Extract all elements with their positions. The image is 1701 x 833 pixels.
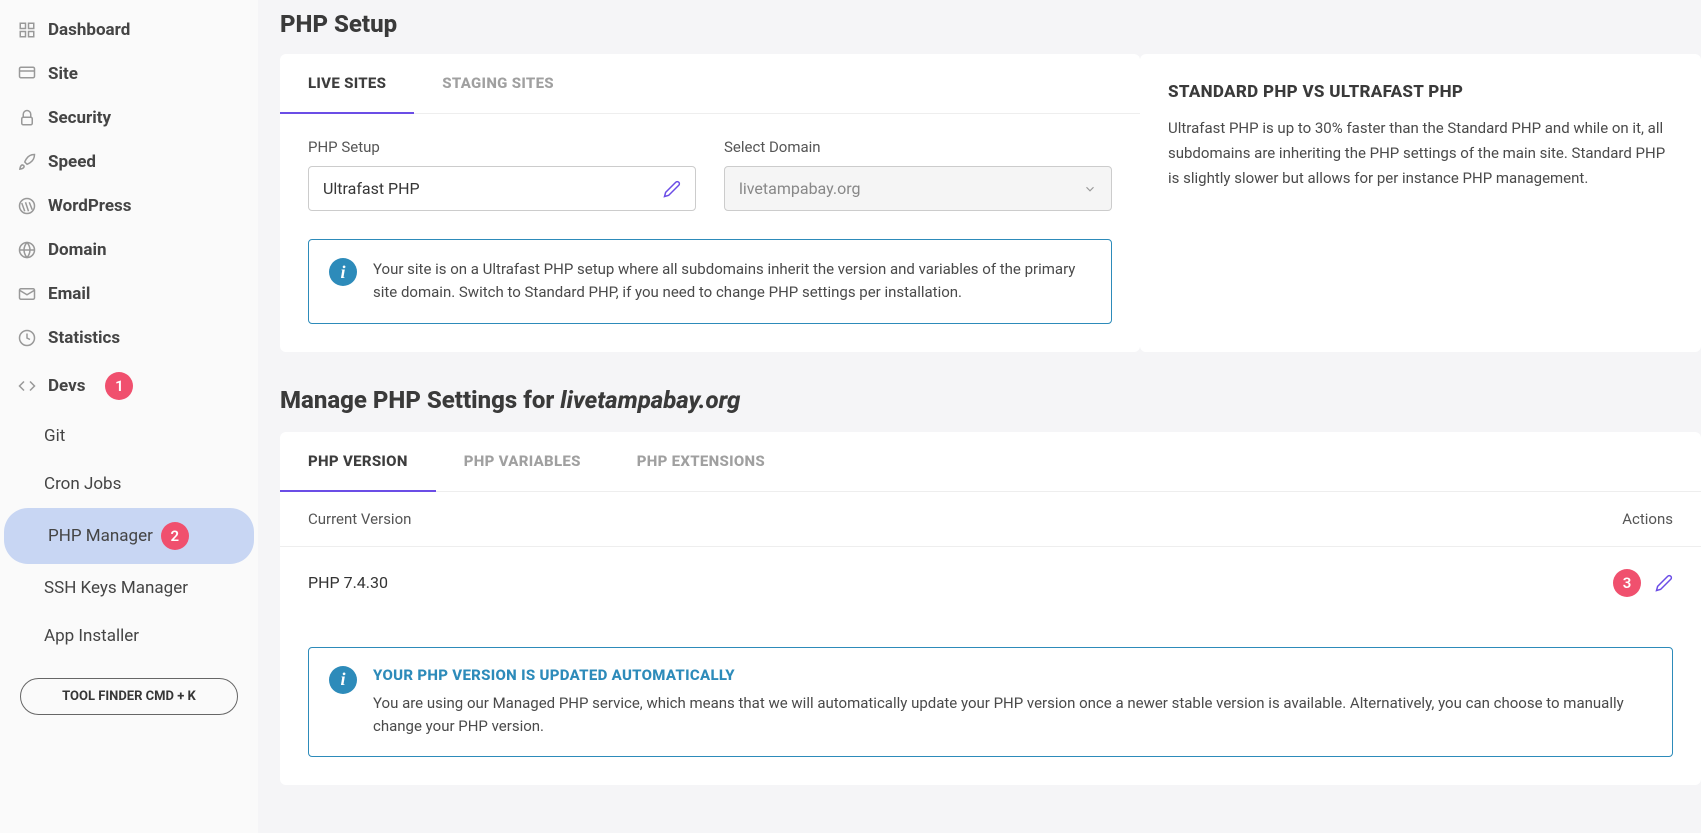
tab-php-version[interactable]: PHP VERSION xyxy=(280,432,436,492)
sidebar-item-site[interactable]: Site xyxy=(0,52,258,96)
sidebar-item-wordpress[interactable]: WordPress xyxy=(0,184,258,228)
sidebar: Dashboard Site Security Speed WordPress Domai… xyxy=(0,0,258,833)
info-text-setup: Your site is on a Ultrafast PHP setup wh… xyxy=(373,258,1091,305)
tab-staging-sites[interactable]: STAGING SITES xyxy=(414,54,582,113)
chevron-down-icon xyxy=(1083,182,1097,196)
clock-icon xyxy=(18,329,36,347)
sidebar-subitem-label: Cron Jobs xyxy=(44,474,121,494)
sidebar-item-speed[interactable]: Speed xyxy=(0,140,258,184)
sidebar-subitem-git[interactable]: Git xyxy=(0,412,258,460)
rocket-icon xyxy=(18,153,36,171)
sidebar-subitem-label: PHP Manager xyxy=(48,526,153,546)
side-panel: STANDARD PHP VS ULTRAFAST PHP Ultrafast … xyxy=(1140,54,1701,352)
info-text-version: You are using our Managed PHP service, w… xyxy=(373,692,1652,739)
col-actions: Actions xyxy=(1622,510,1673,528)
php-setup-value: Ultrafast PHP xyxy=(323,179,420,198)
info-icon: i xyxy=(329,258,357,286)
domain-select[interactable]: livetampabay.org xyxy=(724,166,1112,211)
sidebar-subitem-php-manager[interactable]: PHP Manager 2 xyxy=(4,508,254,564)
page-title: PHP Setup xyxy=(280,10,1701,38)
step-badge-1: 1 xyxy=(105,372,133,400)
manage-card: PHP VERSIONPHP VARIABLESPHP EXTENSIONS C… xyxy=(280,432,1701,786)
sidebar-subitem-ssh-keys-manager[interactable]: SSH Keys Manager xyxy=(0,564,258,612)
dashboard-icon xyxy=(18,21,36,39)
site-icon xyxy=(18,65,36,83)
mail-icon xyxy=(18,285,36,303)
main-content: PHP Setup LIVE SITESSTAGING SITES PHP Se… xyxy=(258,0,1701,833)
sidebar-subitem-label: App Installer xyxy=(44,626,139,646)
version-row: PHP 7.4.30 3 xyxy=(280,547,1701,619)
lock-icon xyxy=(18,109,36,127)
version-value: PHP 7.4.30 xyxy=(308,573,388,592)
info-title-version: YOUR PHP VERSION IS UPDATED AUTOMATICALL… xyxy=(373,666,1652,684)
sidebar-item-devs[interactable]: Devs 1 xyxy=(0,360,258,412)
php-setup-select[interactable]: Ultrafast PHP xyxy=(308,166,696,211)
sidebar-item-domain[interactable]: Domain xyxy=(0,228,258,272)
sidebar-item-label: Statistics xyxy=(48,328,120,348)
step-badge-2: 2 xyxy=(161,522,189,550)
pencil-icon[interactable] xyxy=(663,180,681,198)
sidebar-subitem-label: SSH Keys Manager xyxy=(44,578,188,598)
sidebar-item-security[interactable]: Security xyxy=(0,96,258,140)
php-setup-card: LIVE SITESSTAGING SITES PHP Setup Ultraf… xyxy=(280,54,1140,352)
manage-tabs: PHP VERSIONPHP VARIABLESPHP EXTENSIONS xyxy=(280,432,1701,492)
sidebar-subitem-label: Git xyxy=(44,426,65,446)
globe-icon xyxy=(18,241,36,259)
sidebar-item-label: Domain xyxy=(48,240,107,260)
sidebar-subitem-cron-jobs[interactable]: Cron Jobs xyxy=(0,460,258,508)
tab-php-variables[interactable]: PHP VARIABLES xyxy=(436,432,609,491)
tab-php-extensions[interactable]: PHP EXTENSIONS xyxy=(609,432,793,491)
step-badge-3: 3 xyxy=(1613,569,1641,597)
sidebar-item-label: Security xyxy=(48,108,111,128)
side-panel-title: STANDARD PHP VS ULTRAFAST PHP xyxy=(1168,82,1669,102)
select-domain-label: Select Domain xyxy=(724,138,1112,156)
side-panel-text: Ultrafast PHP is up to 30% faster than t… xyxy=(1168,116,1669,190)
manage-title: Manage PHP Settings for livetampabay.org xyxy=(280,386,1701,414)
domain-value: livetampabay.org xyxy=(739,179,860,198)
sidebar-item-email[interactable]: Email xyxy=(0,272,258,316)
edit-version-icon[interactable] xyxy=(1655,574,1673,592)
code-icon xyxy=(18,377,36,395)
col-version: Current Version xyxy=(308,510,411,528)
sidebar-item-label: Email xyxy=(48,284,90,304)
sidebar-subitem-app-installer[interactable]: App Installer xyxy=(0,612,258,660)
tab-live-sites[interactable]: LIVE SITES xyxy=(280,54,414,114)
sidebar-item-label: Dashboard xyxy=(48,20,130,40)
tool-finder-button[interactable]: TOOL FINDER CMD + K xyxy=(20,678,238,715)
sidebar-item-label: Devs xyxy=(48,376,85,396)
setup-tabs: LIVE SITESSTAGING SITES xyxy=(280,54,1140,114)
php-setup-label: PHP Setup xyxy=(308,138,696,156)
info-banner-version: i YOUR PHP VERSION IS UPDATED AUTOMATICA… xyxy=(308,647,1673,758)
sidebar-item-label: Speed xyxy=(48,152,96,172)
info-icon: i xyxy=(329,666,357,694)
info-banner-setup: i Your site is on a Ultrafast PHP setup … xyxy=(308,239,1112,324)
sidebar-item-label: WordPress xyxy=(48,196,132,216)
sidebar-item-label: Site xyxy=(48,64,78,84)
sidebar-item-statistics[interactable]: Statistics xyxy=(0,316,258,360)
wordpress-icon xyxy=(18,197,36,215)
sidebar-item-dashboard[interactable]: Dashboard xyxy=(0,8,258,52)
